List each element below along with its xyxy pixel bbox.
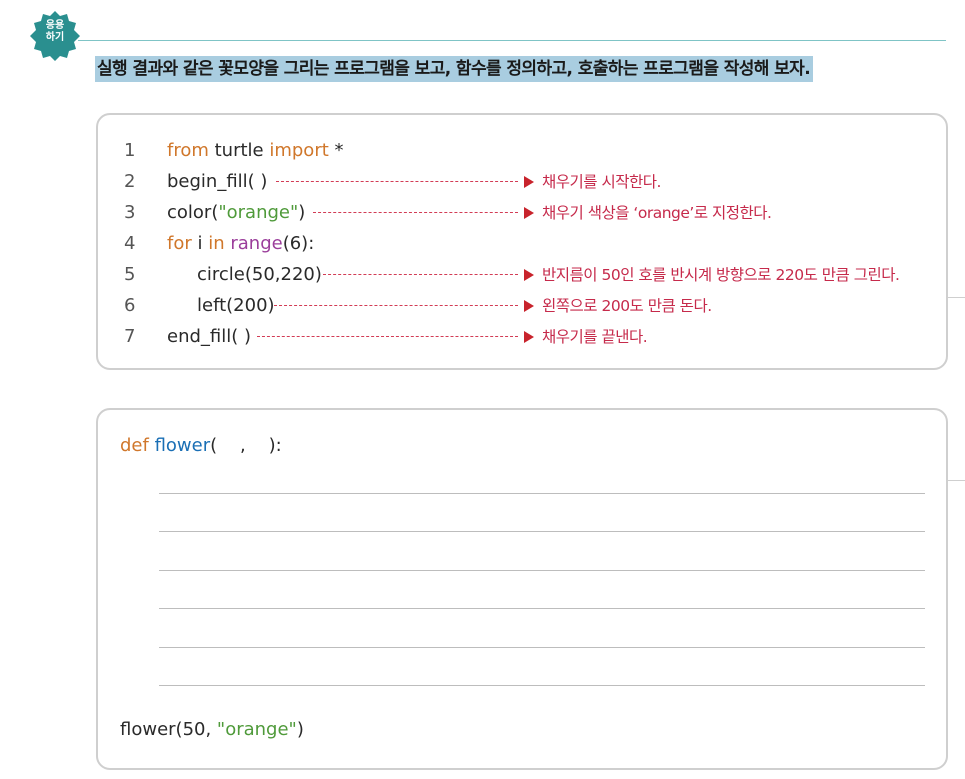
answer-line-2[interactable] <box>159 531 925 532</box>
code-text: begin_fill( ) <box>167 171 268 192</box>
side-divider <box>946 480 965 481</box>
header-rule <box>78 40 946 41</box>
line-number: 1 <box>124 140 136 161</box>
leader-line <box>257 336 518 337</box>
badge-line2: 하기 <box>45 32 65 43</box>
annotation: 채우기를 끝낸다. <box>542 328 648 346</box>
badge-line1: 응용 <box>45 20 65 31</box>
string-literal: "orange" <box>218 202 299 223</box>
keyword: from <box>167 140 209 161</box>
answer-line-1[interactable] <box>159 493 925 494</box>
code-line-6: 6 left(200) 왼쪽으로 200도 만큼 돈다. <box>98 294 946 318</box>
annotation: 채우기를 시작한다. <box>542 173 661 191</box>
arrow-right-icon <box>524 300 534 312</box>
line-number: 6 <box>124 295 136 316</box>
code-line-1: 1 from turtle import * <box>98 139 946 163</box>
def-line: def flower( , ): <box>120 434 282 458</box>
code-text: circle(50,220) <box>197 264 322 285</box>
line-number: 3 <box>124 202 136 223</box>
section-badge: 응용 하기 <box>30 11 80 61</box>
leader-line <box>274 305 518 306</box>
line-number: 7 <box>124 326 136 347</box>
keyword: in <box>208 233 225 254</box>
answer-line-4[interactable] <box>159 608 925 609</box>
line-number: 5 <box>124 264 136 285</box>
arrow-right-icon <box>524 331 534 343</box>
call-name: flower(50, <box>120 719 217 740</box>
def-keyword: def <box>120 435 149 456</box>
code-line-2: 2 begin_fill( ) 채우기를 시작한다. <box>98 170 946 194</box>
annotation: 반지름이 50인 호를 반시계 방향으로 220도 만큼 그린다. <box>542 266 900 284</box>
string-literal: "orange" <box>216 719 297 740</box>
annotation: 채우기 색상을 ‘orange’로 지정한다. <box>542 204 772 222</box>
keyword: for <box>167 233 192 254</box>
builtin-name: range <box>230 233 283 254</box>
arrow-right-icon <box>524 176 534 188</box>
parameter-blanks: ( , ): <box>210 435 282 456</box>
line-number: 4 <box>124 233 136 254</box>
keyword: import <box>269 140 329 161</box>
answer-line-5[interactable] <box>159 647 925 648</box>
code-line-3: 3 color("orange") 채우기 색상을 ‘orange’로 지정한다… <box>98 201 946 225</box>
arrow-right-icon <box>524 269 534 281</box>
code-example-box: 1 from turtle import * 2 begin_fill( ) 채… <box>96 113 948 370</box>
code-line-5: 5 circle(50,220) 반지름이 50인 호를 반시계 방향으로 22… <box>98 263 946 287</box>
code-line-7: 7 end_fill( ) 채우기를 끝낸다. <box>98 325 946 349</box>
code-text: color("orange") <box>167 202 306 223</box>
function-name: flower <box>154 435 211 456</box>
leader-line <box>313 212 518 213</box>
leader-line <box>276 181 518 182</box>
module-name: turtle <box>208 140 270 161</box>
side-divider <box>946 297 965 298</box>
code-text: for i in range(6): <box>167 233 315 254</box>
answer-line-3[interactable] <box>159 570 925 571</box>
wildcard: * <box>328 140 344 161</box>
function-call-line: flower(50, "orange") <box>120 719 304 740</box>
leader-line <box>323 274 518 275</box>
code-text: from turtle import * <box>167 139 344 163</box>
arrow-right-icon <box>524 207 534 219</box>
instruction-heading: 실행 결과와 같은 꽃모양을 그리는 프로그램을 보고, 함수를 정의하고, 호… <box>95 56 814 82</box>
code-line-4: 4 for i in range(6): <box>98 232 946 256</box>
answer-line-6[interactable] <box>159 685 925 686</box>
code-text: left(200) <box>197 295 275 316</box>
line-number: 2 <box>124 171 136 192</box>
answer-box: def flower( , ): flower(50, "orange") <box>96 408 948 770</box>
code-text: end_fill( ) <box>167 326 252 347</box>
annotation: 왼쪽으로 200도 만큼 돈다. <box>542 297 712 315</box>
